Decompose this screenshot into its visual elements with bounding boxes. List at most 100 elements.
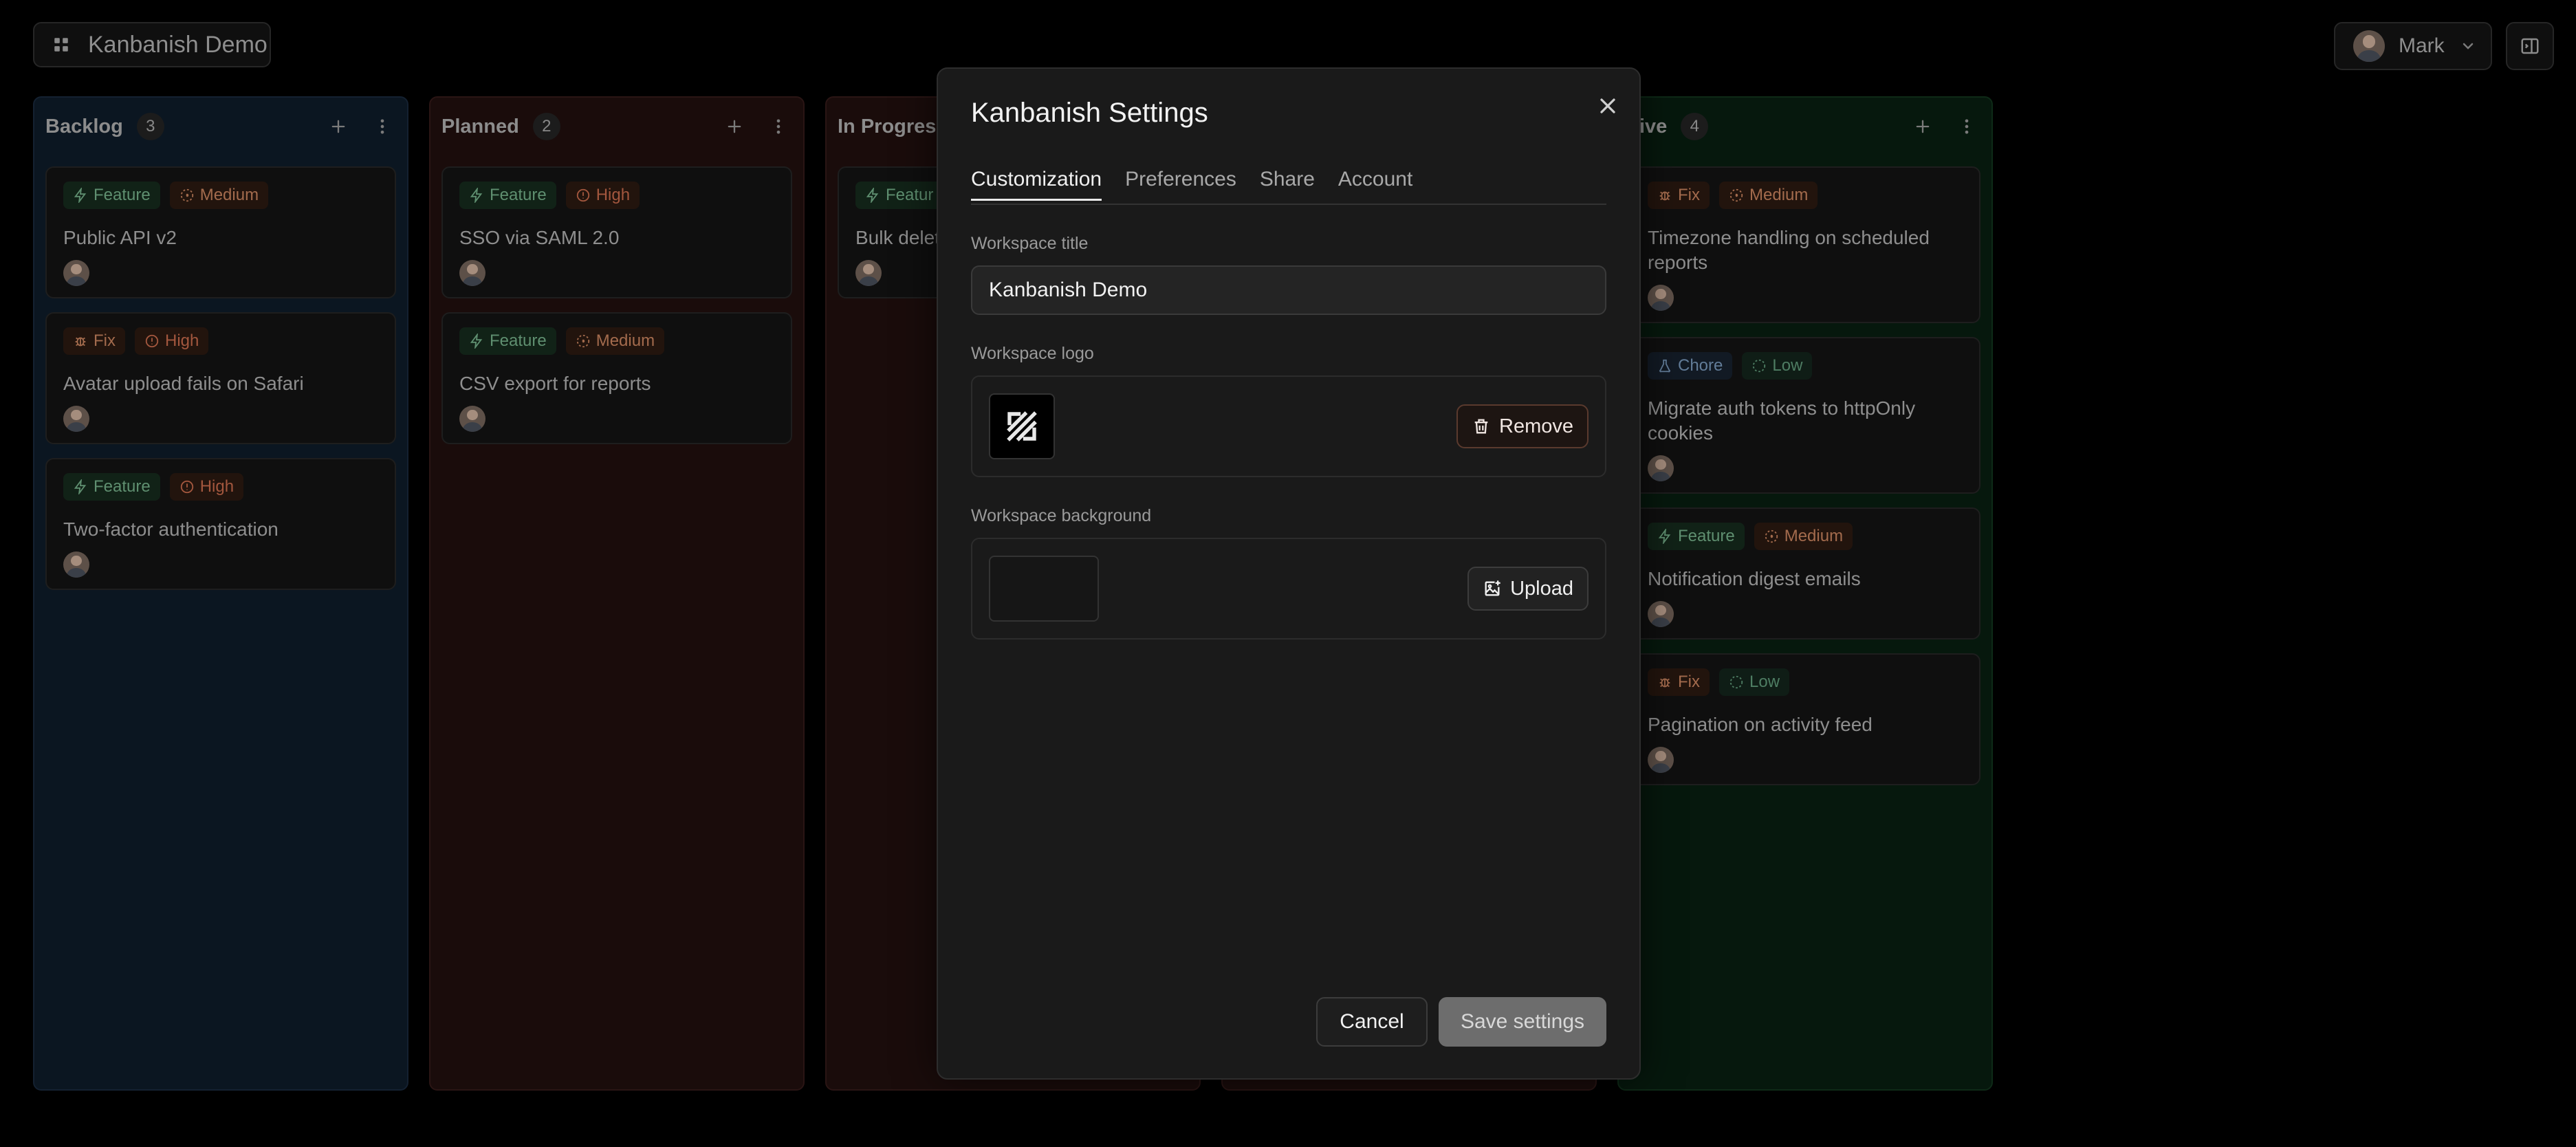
more-vertical-icon[interactable] xyxy=(769,117,788,136)
column-planned: Planned 2 Feature High SSO via SAML 2.0 … xyxy=(429,96,805,1091)
bug-icon xyxy=(1659,191,1670,201)
save-settings-button[interactable]: Save settings xyxy=(1439,997,1606,1047)
task-card[interactable]: Chore Low Migrate auth tokens to httpOnl… xyxy=(1630,337,1980,494)
more-vertical-icon[interactable] xyxy=(1957,117,1976,136)
type-tag: Featur xyxy=(855,182,943,209)
remove-logo-button[interactable]: Remove xyxy=(1456,404,1589,448)
card-title: CSV export for reports xyxy=(459,373,651,394)
trash-icon xyxy=(1474,419,1488,434)
column-title: In Progress xyxy=(838,115,948,138)
workspace-switcher[interactable]: Kanbanish Demo xyxy=(33,22,271,67)
card-title: SSO via SAML 2.0 xyxy=(459,227,620,248)
priority-tag: Low xyxy=(1742,352,1813,380)
task-card[interactable]: Feature Medium Public API v2 xyxy=(45,166,396,298)
task-card[interactable]: Fix Low Pagination on activity feed xyxy=(1630,653,1980,785)
priority-tag: Medium xyxy=(565,327,665,355)
priority-tag: High xyxy=(565,182,640,209)
workspace-title-label: Workspace title xyxy=(971,234,1089,253)
avatar xyxy=(1648,601,1674,627)
priority-tag: Low xyxy=(1719,668,1790,696)
alert-circle-icon xyxy=(180,480,193,494)
zap-icon xyxy=(470,188,483,203)
dashed-circle-icon xyxy=(576,334,589,348)
priority-tag: Medium xyxy=(169,182,269,209)
task-card[interactable]: Fix High Avatar upload fails on Safari xyxy=(45,312,396,444)
type-tag: Chore xyxy=(1648,352,1733,380)
tab-preferences[interactable]: Preferences xyxy=(1125,165,1236,201)
dashed-circle-icon xyxy=(180,188,193,202)
modal-title: Kanbanish Settings xyxy=(971,98,1208,128)
column-live: ive 4 Fix Medium Timezone handling on sc… xyxy=(1617,96,1993,1091)
priority-tag: High xyxy=(135,327,209,355)
plus-icon[interactable] xyxy=(725,117,744,136)
avatar xyxy=(1648,747,1674,773)
type-tag: Feature xyxy=(63,473,160,501)
avatar xyxy=(2353,30,2385,62)
alert-circle-icon xyxy=(576,188,589,202)
close-icon[interactable] xyxy=(1595,94,1620,118)
avatar xyxy=(63,406,89,432)
background-preview xyxy=(989,556,1099,622)
task-card[interactable]: Feature Medium Notification digest email… xyxy=(1630,507,1980,640)
type-tag: Feature xyxy=(459,182,556,209)
workspace-logo-box: Remove xyxy=(971,375,1606,477)
priority-tag: Medium xyxy=(1754,523,1853,550)
zap-icon xyxy=(74,188,87,203)
avatar xyxy=(1648,455,1674,481)
flask-icon xyxy=(1659,359,1670,373)
type-tag: Fix xyxy=(63,327,125,355)
bug-icon xyxy=(1659,678,1670,688)
card-title: Avatar upload fails on Safari xyxy=(63,373,304,394)
card-title: Migrate auth tokens to httpOnly cookies xyxy=(1648,397,1916,444)
priority-tag: Medium xyxy=(1719,182,1818,209)
chevron-down-icon xyxy=(2463,43,2473,50)
dashed-circle-icon xyxy=(1729,675,1743,689)
column-title: ive xyxy=(1639,115,1668,138)
sidebar-panel-icon xyxy=(2521,38,2539,54)
type-tag: Fix xyxy=(1648,668,1710,696)
cancel-button[interactable]: Cancel xyxy=(1316,997,1428,1047)
user-menu-button[interactable]: Mark xyxy=(2334,22,2492,70)
toggle-panel-button[interactable] xyxy=(2506,22,2554,70)
avatar xyxy=(63,260,89,286)
column-count: 3 xyxy=(136,113,164,140)
tab-share[interactable]: Share xyxy=(1260,165,1315,201)
workspace-background-label: Workspace background xyxy=(971,506,1152,525)
zap-icon xyxy=(74,479,87,494)
task-card[interactable]: Fix Medium Timezone handling on schedule… xyxy=(1630,166,1980,323)
type-tag: Fix xyxy=(1648,182,1710,209)
type-tag: Feature xyxy=(63,182,160,209)
tab-customization[interactable]: Customization xyxy=(971,165,1102,201)
dashed-circle-icon xyxy=(1729,188,1743,202)
workspace-logo-label: Workspace logo xyxy=(971,344,1094,363)
priority-tag: High xyxy=(169,473,244,501)
user-name: Mark xyxy=(2399,34,2445,57)
task-card[interactable]: Feature High Two-factor authentication xyxy=(45,458,396,590)
zap-icon xyxy=(866,188,879,203)
workspace-title: Kanbanish Demo xyxy=(88,31,268,58)
upload-background-button[interactable]: Upload xyxy=(1467,567,1589,611)
zap-icon xyxy=(1658,529,1671,544)
bug-icon xyxy=(75,337,86,347)
workspace-background-box: Upload xyxy=(971,538,1606,640)
avatar xyxy=(459,260,485,286)
workspace-title-input[interactable] xyxy=(971,265,1606,315)
task-card[interactable]: Feature Medium CSV export for reports xyxy=(441,312,792,444)
column-count: 4 xyxy=(1681,113,1709,140)
card-title: Public API v2 xyxy=(63,227,177,248)
column-title: Planned xyxy=(441,115,519,138)
more-vertical-icon[interactable] xyxy=(373,117,392,136)
avatar xyxy=(63,551,89,578)
avatar xyxy=(1648,285,1674,311)
column-title: Backlog xyxy=(45,115,123,138)
plus-icon[interactable] xyxy=(329,117,348,136)
tab-account[interactable]: Account xyxy=(1338,165,1412,201)
image-plus-icon xyxy=(1485,580,1500,596)
task-card[interactable]: Feature High SSO via SAML 2.0 xyxy=(441,166,792,298)
plus-icon[interactable] xyxy=(1913,117,1932,136)
dashed-circle-icon xyxy=(1765,529,1778,543)
card-title: Two-factor authentication xyxy=(63,518,279,540)
card-title: Pagination on activity feed xyxy=(1648,714,1873,735)
alert-circle-icon xyxy=(145,334,159,348)
grid-icon xyxy=(54,38,68,52)
